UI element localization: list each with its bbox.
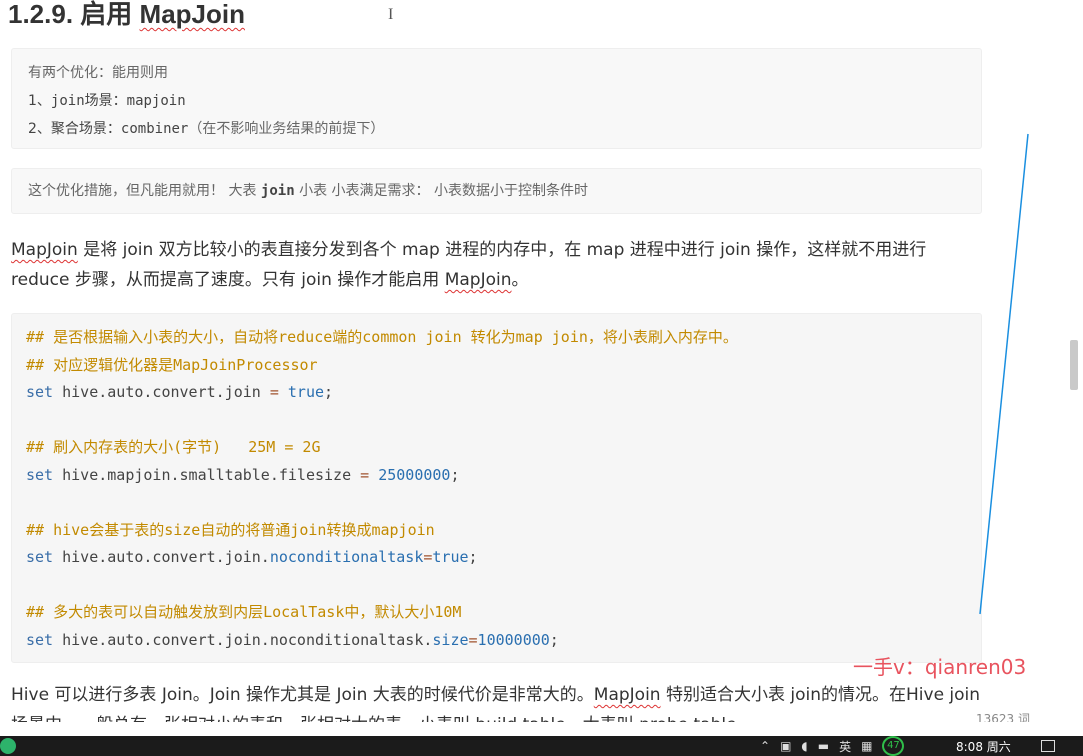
section-heading: 1.2.9. 启用 MapJoin bbox=[8, 0, 245, 31]
taskbar: ⌃ ▣ ◖ ▬ 英 ▦ 47 8:08 周六 bbox=[0, 736, 1083, 756]
notification-badge[interactable]: 47 bbox=[882, 736, 905, 756]
heading-mapjoin: MapJoin bbox=[139, 0, 245, 29]
code-block: ## 是否根据输入小表的大小，自动将reduce端的common join 转化… bbox=[11, 313, 982, 663]
paragraph-hive-join: Hive 可以进行多表 Join。Join 操作尤其是 Join 大表的时候代价… bbox=[11, 685, 981, 722]
code-blank bbox=[26, 407, 967, 435]
heading-number: 1.2.9. bbox=[8, 0, 74, 29]
code-comment: ## 是否根据输入小表的大小，自动将reduce端的common join 转化… bbox=[26, 328, 738, 346]
code-statement: set hive.mapjoin.smalltable.filesize = 2… bbox=[26, 465, 460, 484]
mapjoin-word: MapJoin bbox=[444, 270, 512, 290]
code-statement: set hive.auto.convert.join.noconditional… bbox=[26, 630, 559, 649]
text-cursor-icon: I bbox=[388, 6, 394, 23]
mapjoin-word: MapJoin bbox=[593, 685, 661, 705]
paragraph-mapjoin-intro: MapJoin 是将 join 双方比较小的表直接分发到各个 map 进程的内存… bbox=[11, 240, 927, 290]
volume-icon[interactable]: ◖ bbox=[801, 739, 807, 753]
system-tray: ⌃ ▣ ◖ ▬ 英 ▦ 47 bbox=[760, 736, 905, 756]
document-page: 1.2.9. 启用 MapJoin I 有两个优化：能用则用 1、join场景：… bbox=[0, 0, 1083, 722]
keyboard-icon[interactable]: ▦ bbox=[861, 739, 872, 753]
code-comment: ## 多大的表可以自动触发放到内层LocalTask中，默认大小10M bbox=[26, 603, 462, 621]
ime-language[interactable]: 英 bbox=[839, 738, 851, 755]
code-comment: ## hive会基于表的size自动的将普通join转换成mapjoin bbox=[26, 520, 435, 539]
network-icon[interactable]: ▣ bbox=[780, 739, 791, 753]
word-count[interactable]: 13623 词 bbox=[976, 710, 1030, 722]
pen-stroke bbox=[979, 133, 1029, 615]
battery-icon[interactable]: ▬ bbox=[818, 739, 829, 753]
chevron-up-icon[interactable]: ⌃ bbox=[760, 739, 770, 753]
quote1-line2: 1、join场景：mapjoin bbox=[28, 93, 186, 109]
code-blank bbox=[26, 489, 967, 517]
heading-text: 启用 bbox=[80, 0, 140, 29]
start-icon[interactable] bbox=[0, 738, 16, 754]
code-comment: ## 刷入内存表的大小(字节) 25M = 2G bbox=[26, 438, 321, 456]
blockquote-advice: 这个优化措施，但凡能用就用！ 大表 join 小表 小表满足需求： 小表数据小于… bbox=[11, 168, 982, 214]
scrollbar-thumb[interactable] bbox=[1070, 340, 1078, 390]
clock[interactable]: 8:08 周六 bbox=[956, 738, 1011, 755]
blockquote-optimizations: 有两个优化：能用则用 1、join场景：mapjoin 2、聚合场景：combi… bbox=[11, 48, 982, 149]
code-statement: set hive.auto.convert.join.noconditional… bbox=[26, 548, 478, 566]
code-comment: ## 对应逻辑优化器是MapJoinProcessor bbox=[26, 355, 318, 374]
quote1-line3: 2、聚合场景：combiner（在不影响业务结果的前提下） bbox=[28, 121, 385, 137]
mapjoin-word: MapJoin bbox=[11, 240, 78, 260]
watermark-text: 一手v：qianren03 bbox=[853, 655, 1027, 679]
code-statement: set hive.auto.convert.join = true; bbox=[26, 383, 334, 401]
code-blank bbox=[26, 572, 967, 600]
quote1-line1: 有两个优化：能用则用 bbox=[28, 65, 168, 81]
quote2-line: 这个优化措施，但凡能用就用！ 大表 join 小表 小表满足需求： 小表数据小于… bbox=[28, 183, 588, 199]
action-center-icon[interactable] bbox=[1041, 740, 1055, 752]
